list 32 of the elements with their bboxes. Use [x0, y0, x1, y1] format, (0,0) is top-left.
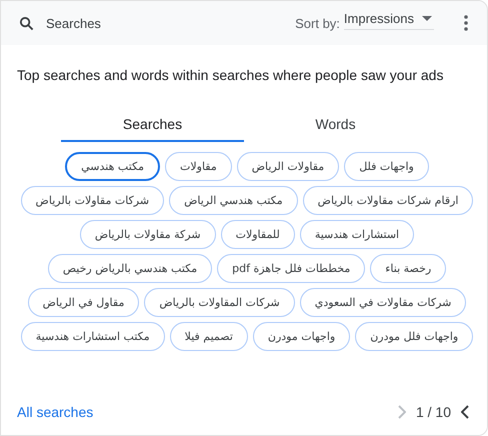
search-chip[interactable]: مخططات فلل جاهزة pdf — [217, 254, 366, 283]
search-chip[interactable]: واجهات مودرن — [252, 322, 350, 351]
all-searches-link[interactable]: All searches — [17, 404, 94, 420]
search-chip[interactable]: مقاول في الرياض — [28, 288, 140, 317]
search-chip[interactable]: شركات مقاولات في السعودي — [300, 288, 466, 317]
search-chip[interactable]: شركة مقاولات بالرياض — [80, 220, 216, 249]
search-chip[interactable]: مكتب هندسي بالرياض رخيص — [48, 254, 212, 283]
chevron-left-icon[interactable] — [461, 405, 469, 419]
search-field[interactable]: Searches — [46, 16, 101, 30]
more-options-icon[interactable] — [464, 15, 468, 31]
search-chip[interactable]: واجهات فلل — [344, 152, 429, 181]
search-chip[interactable]: مقاولات الرياض — [236, 152, 340, 181]
tab[interactable]: Searches — [61, 108, 244, 142]
search-chip[interactable]: رخصة بناء — [370, 254, 446, 283]
search-chip[interactable]: شركات المقاولات بالرياض — [144, 288, 295, 317]
tab[interactable]: Words — [244, 108, 427, 142]
search-chip[interactable]: مكتب هندسي الرياض — [169, 186, 298, 215]
search-chip[interactable]: للمقاولات — [220, 220, 295, 249]
sort-label: Sort by: — [295, 16, 340, 30]
dropdown-caret-icon — [422, 16, 432, 20]
search-chip[interactable]: شركات مقاولات بالرياض — [20, 186, 164, 215]
search-icon[interactable] — [19, 16, 34, 30]
page-indicator: 1 / 10 — [416, 404, 451, 420]
search-chip[interactable]: استشارات هندسية — [300, 220, 414, 249]
search-chip[interactable]: تصميم فيلا — [170, 322, 248, 351]
sort-dropdown[interactable]: Impressions — [344, 10, 434, 30]
search-chip[interactable]: ارقام شركات مقاولات بالرياض — [302, 186, 474, 215]
search-chip[interactable]: واجهات فلل مودرن — [355, 322, 474, 351]
description-text: Top searches and words within searches where people saw your ads — [17, 67, 444, 83]
search-chip[interactable]: مكتب استشارات هندسية — [20, 322, 165, 351]
search-chip[interactable]: مكتب هندسي — [65, 152, 160, 181]
search-chip[interactable]: مقاولات — [165, 152, 232, 181]
